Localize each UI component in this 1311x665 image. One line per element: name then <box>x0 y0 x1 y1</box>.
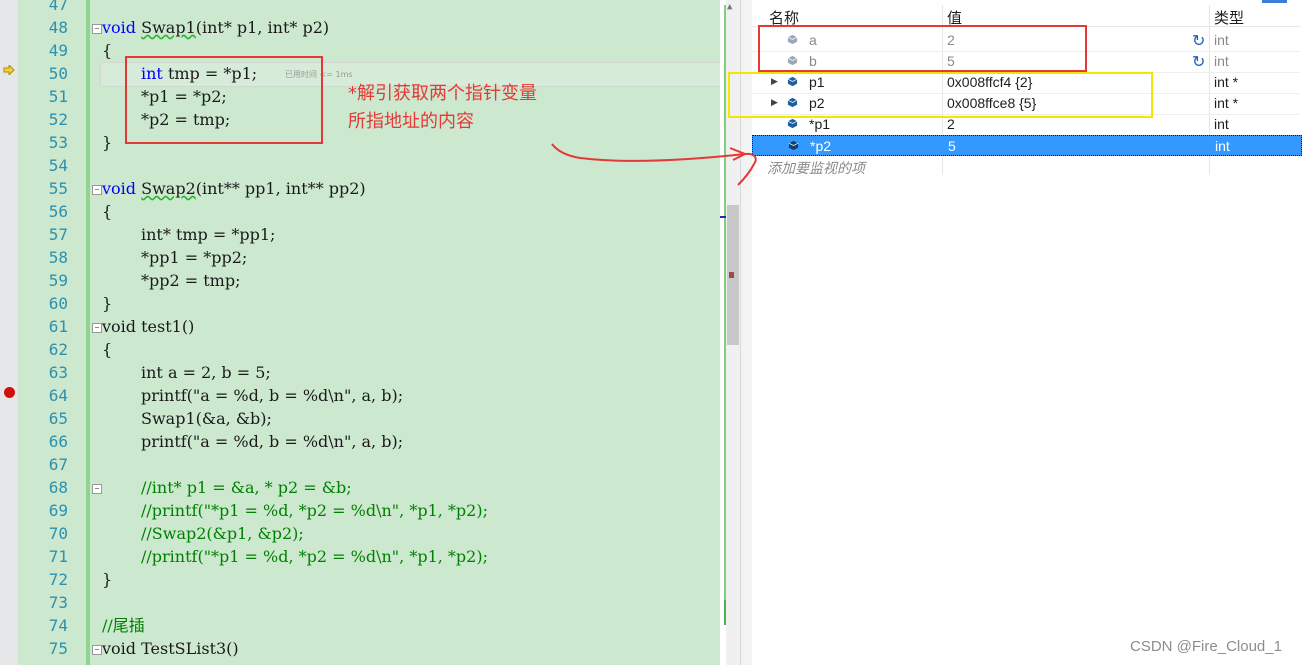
line-number: 49 <box>48 41 68 60</box>
line-number: 53 <box>48 133 68 152</box>
watch-type: int <box>1214 53 1229 69</box>
annotation-red-box <box>125 56 323 144</box>
line-number: 58 <box>48 248 68 267</box>
line-number-gutter: 47 48 49 50 51 52 53 54 55 56 57 58 59 60 61 62 63 64 65 66… <box>18 0 88 665</box>
variable-icon <box>787 118 798 129</box>
line-number: 66 <box>48 432 68 451</box>
column-header-type[interactable]: 类型 <box>1214 7 1244 28</box>
code-comment-line[interactable]: //printf("*p1 = %d, *p2 = %d\n", *p1, *p… <box>141 545 488 568</box>
fold-toggle-icon[interactable]: − <box>92 323 102 333</box>
code-line[interactable]: } <box>102 292 112 315</box>
code-comment-line[interactable]: //printf("*p1 = %d, *p2 = %d\n", *p1, *p… <box>141 499 488 522</box>
indicator-margin[interactable] <box>0 0 18 665</box>
watch-type: int * <box>1214 95 1239 111</box>
watch-type: int <box>1214 32 1229 48</box>
line-number: 72 <box>48 570 68 589</box>
code-editor[interactable]: 47 48 49 50 51 52 53 54 55 56 57 58 59 60 61 62 63 64 65 66… <box>0 0 720 665</box>
line-number: 50 <box>48 64 68 83</box>
code-text: (int** pp1, int** pp2) <box>195 179 366 198</box>
line-number: 67 <box>48 455 68 474</box>
line-number: 47 <box>48 0 68 14</box>
watch-row-selected[interactable]: *p2 5 int <box>752 135 1302 156</box>
watch-type: int <box>1214 116 1229 132</box>
line-number: 54 <box>48 156 68 175</box>
annotation-line: *解引获取两个指针变量 <box>348 83 537 104</box>
code-line[interactable]: int* tmp = *pp1; <box>141 223 275 246</box>
keyword: void <box>102 179 142 198</box>
line-number: 57 <box>48 225 68 244</box>
function-name: Swap1 <box>141 18 196 37</box>
watch-type: int * <box>1214 74 1239 90</box>
breakpoint-marker <box>729 272 734 278</box>
current-statement-arrow-icon <box>3 65 15 75</box>
code-line[interactable]: { <box>102 39 112 62</box>
line-number: 52 <box>48 110 68 129</box>
line-number: 75 <box>48 639 68 658</box>
code-line[interactable]: printf("a = %d, b = %d\n", a, b); <box>141 384 403 407</box>
change-tracking-bar <box>86 0 90 665</box>
line-number: 64 <box>48 386 68 405</box>
watch-type: int <box>1215 138 1230 154</box>
line-number: 48 <box>48 18 68 37</box>
code-line[interactable]: int a = 2, b = 5; <box>141 361 271 384</box>
code-line[interactable]: { <box>102 200 112 223</box>
code-line[interactable]: *pp1 = *pp2; <box>141 246 247 269</box>
line-number: 61 <box>48 317 68 336</box>
keyword: void <box>102 18 142 37</box>
watch-value[interactable]: 5 <box>948 138 956 154</box>
function-name: Swap2 <box>141 179 196 198</box>
breakpoint-icon[interactable] <box>4 387 15 398</box>
code-line[interactable]: } <box>102 568 112 591</box>
refresh-icon[interactable]: ↻ <box>1192 31 1205 51</box>
line-number: 55 <box>48 179 68 198</box>
annotation-red-box <box>758 25 1087 72</box>
watermark: CSDN @Fire_Cloud_1 <box>1130 638 1282 655</box>
code-line[interactable]: { <box>102 338 112 361</box>
watch-value[interactable]: 2 <box>947 116 955 132</box>
code-line[interactable]: void Swap2(int** pp1, int** pp2) <box>102 177 366 200</box>
line-number: 74 <box>48 616 68 635</box>
code-line[interactable]: *pp2 = tmp; <box>141 269 240 292</box>
annotation-arrow <box>551 143 757 186</box>
fold-toggle-icon[interactable]: − <box>92 24 102 34</box>
code-line[interactable]: void test1() <box>102 315 194 338</box>
code-line[interactable]: } <box>102 131 112 154</box>
scroll-up-icon[interactable]: ▲ <box>727 2 732 12</box>
watch-name: *p1 <box>809 116 831 132</box>
line-number: 62 <box>48 340 68 359</box>
line-number: 59 <box>48 271 68 290</box>
refresh-icon[interactable]: ↻ <box>1192 52 1205 72</box>
code-line[interactable]: void Swap1(int* p1, int* p2) <box>102 16 329 39</box>
annotation-text: *解引获取两个指针变量 所指地址的内容 <box>348 80 608 136</box>
line-number: 69 <box>48 501 68 520</box>
line-number: 70 <box>48 524 68 543</box>
code-comment-line[interactable]: //int* p1 = &a, * p2 = &b; <box>141 476 352 499</box>
code-line[interactable]: printf("a = %d, b = %d\n", a, b); <box>141 430 403 453</box>
fold-toggle-icon[interactable]: − <box>92 185 102 195</box>
line-number: 73 <box>48 593 68 612</box>
code-line[interactable]: void TestSList3() <box>102 637 239 660</box>
line-number: 63 <box>48 363 68 382</box>
code-line[interactable]: Swap1(&a, &b); <box>141 407 272 430</box>
code-comment-line[interactable]: //尾插 <box>102 614 145 637</box>
fold-toggle-icon[interactable]: − <box>92 645 102 655</box>
line-number: 65 <box>48 409 68 428</box>
line-number: 71 <box>48 547 68 566</box>
code-comment-line[interactable]: //Swap2(&p1, &p2); <box>141 522 304 545</box>
line-number: 60 <box>48 294 68 313</box>
code-text: (int* p1, int* p2) <box>195 18 330 37</box>
variable-icon <box>788 140 799 151</box>
line-number: 51 <box>48 87 68 106</box>
fold-toggle-icon[interactable]: − <box>92 484 102 494</box>
line-number: 56 <box>48 202 68 221</box>
annotation-yellow-box <box>728 72 1153 118</box>
watch-header: 名称 值 类型 <box>752 5 1300 27</box>
line-number: 68 <box>48 478 68 497</box>
add-watch-item[interactable]: 添加要监视的项 <box>767 158 865 178</box>
panel-accent-strip <box>1262 0 1287 3</box>
watch-name: *p2 <box>810 138 832 154</box>
